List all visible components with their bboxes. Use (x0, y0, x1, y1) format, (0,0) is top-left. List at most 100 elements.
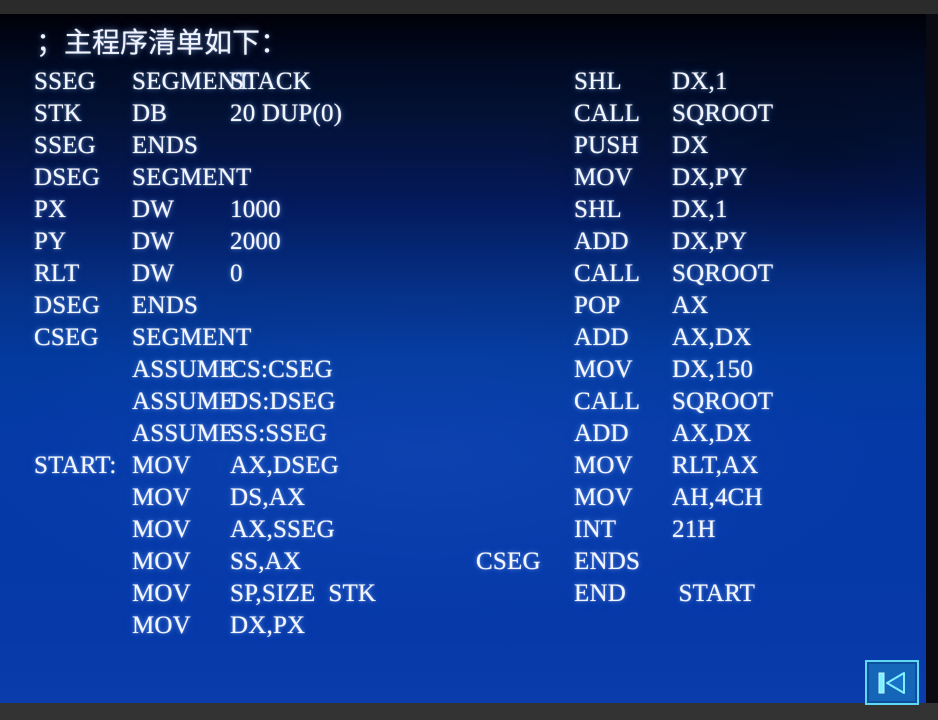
code-left-mnemonic: SEGMENT (132, 164, 252, 191)
code-right-mnemonic: ENDS (574, 548, 641, 575)
code-right-line: CSEG ENDS (476, 546, 773, 578)
code-right-operand: DX,PY (672, 228, 748, 255)
code-left-operand: AX,SSEG (230, 516, 335, 543)
code-left-mnemonic: MOV (132, 516, 191, 543)
code-left-operand: DS,AX (230, 484, 306, 511)
letterbox-bar-top (0, 0, 938, 14)
code-left-operand: 0 (230, 260, 243, 287)
code-right-mnemonic: CALL (574, 388, 641, 415)
code-left-line: PX DW 1000 (34, 194, 376, 226)
code-left-operand: SS:SSEG (230, 420, 328, 447)
code-left-operand: AX,DSEG (230, 452, 340, 479)
code-left-label: CSEG (34, 324, 99, 351)
code-right-operand: 21H (672, 516, 716, 543)
code-listing-right-column: SHL DX,1 CALL SQROOT PUSH DX MOV DX,PY SHL DX,1 AD… (476, 66, 773, 610)
code-left-label: STK (34, 100, 82, 127)
code-right-mnemonic: CALL (574, 260, 641, 287)
code-right-mnemonic: ADD (574, 228, 629, 255)
code-right-operand: DX,150 (672, 356, 754, 383)
code-right-line: ADD AX,DX (476, 418, 773, 450)
code-right-mnemonic: MOV (574, 356, 633, 383)
code-right-mnemonic: SHL (574, 68, 622, 95)
code-right-mnemonic: PUSH (574, 132, 639, 159)
code-right-operand: DX,1 (672, 68, 728, 95)
code-right-mnemonic: SHL (574, 196, 622, 223)
code-right-line: CALL SQROOT (476, 98, 773, 130)
code-right-operand: DX,PY (672, 164, 748, 191)
code-left-label: DSEG (34, 292, 101, 319)
code-right-line: ADD AX,DX (476, 322, 773, 354)
code-right-mnemonic: ADD (574, 420, 629, 447)
code-left-mnemonic: SEGMENT (132, 324, 252, 351)
code-left-mnemonic: SEGMENT (132, 68, 252, 95)
code-right-operand: AX,DX (672, 420, 752, 447)
code-left-operand: STACK (230, 68, 311, 95)
code-left-operand: DX,PX (230, 612, 306, 639)
code-left-operand: SS,AX (230, 548, 302, 575)
code-left-label: DSEG (34, 164, 101, 191)
code-right-operand: SQROOT (672, 388, 774, 415)
code-right-line: SHL DX,1 (476, 194, 773, 226)
slide-comment-title: ；主程序清单如下： (36, 28, 289, 59)
code-left-line: SSEG SEGMENTSTACK (34, 66, 376, 98)
code-right-operand: SQROOT (672, 100, 774, 127)
code-left-mnemonic: ASSUME (132, 420, 235, 447)
code-left-label: RLT (34, 260, 80, 287)
code-left-line: MOV SP,SIZE STK (34, 578, 376, 610)
code-left-line: RLT DW 0 (34, 258, 376, 290)
code-right-operand: RLT,AX (672, 452, 759, 479)
code-left-line: DSEG ENDS (34, 290, 376, 322)
code-right-line: CALL SQROOT (476, 258, 773, 290)
code-left-mnemonic: MOV (132, 484, 191, 511)
code-right-mnemonic: MOV (574, 484, 633, 511)
code-right-label: CSEG (476, 548, 541, 575)
code-right-mnemonic: POP (574, 292, 621, 319)
code-left-mnemonic: ASSUME (132, 388, 235, 415)
code-left-line: MOV SS,AX (34, 546, 376, 578)
code-left-line: SSEG ENDS (34, 130, 376, 162)
code-left-line: ASSUMESS:SSEG (34, 418, 376, 450)
code-right-line: MOV AH,4CH (476, 482, 773, 514)
code-left-mnemonic: DW (132, 228, 175, 255)
code-right-line: MOV DX,PY (476, 162, 773, 194)
code-right-operand: SQROOT (672, 260, 774, 287)
code-left-label: START: (34, 452, 117, 479)
code-right-line: INT 21H (476, 514, 773, 546)
code-left-line: MOV DX,PX (34, 610, 376, 642)
previous-slide-button[interactable] (865, 660, 919, 705)
code-right-mnemonic: CALL (574, 100, 641, 127)
code-right-mnemonic: MOV (574, 452, 633, 479)
code-left-mnemonic: MOV (132, 612, 191, 639)
code-left-operand: 20 DUP(0) (230, 100, 343, 127)
code-right-mnemonic: ADD (574, 324, 629, 351)
code-left-line: PY DW 2000 (34, 226, 376, 258)
code-right-line: SHL DX,1 (476, 66, 773, 98)
code-left-line: STK DB 20 DUP(0) (34, 98, 376, 130)
code-right-line: CALL SQROOT (476, 386, 773, 418)
code-left-operand: CS:CSEG (230, 356, 333, 383)
skip-to-start-icon (877, 671, 907, 695)
code-left-operand: SP,SIZE STK (230, 580, 377, 607)
code-listing-left-column: SSEG SEGMENTSTACK STK DB 20 DUP(0) SSEG ENDS DS… (34, 66, 376, 642)
code-left-mnemonic: MOV (132, 548, 191, 575)
code-left-operand: DS:DSEG (230, 388, 336, 415)
letterbox-bar-bottom (0, 703, 938, 720)
code-left-mnemonic: DW (132, 196, 175, 223)
code-right-operand: START (672, 580, 756, 607)
code-right-operand: DX (672, 132, 709, 159)
code-left-label: SSEG (34, 68, 96, 95)
code-left-line: DSEG SEGMENT (34, 162, 376, 194)
code-left-line: MOV DS,AX (34, 482, 376, 514)
code-left-line: START: MOV AX,DSEG (34, 450, 376, 482)
code-left-label: PY (34, 228, 67, 255)
code-left-operand: 1000 (230, 196, 281, 223)
code-left-mnemonic: MOV (132, 580, 191, 607)
code-right-operand: AH,4CH (672, 484, 763, 511)
code-left-mnemonic: DW (132, 260, 175, 287)
code-right-mnemonic: MOV (574, 164, 633, 191)
code-right-mnemonic: END (574, 580, 626, 607)
code-right-operand: AX (672, 292, 709, 319)
code-left-line: ASSUMECS:CSEG (34, 354, 376, 386)
code-left-mnemonic: ENDS (132, 132, 199, 159)
code-right-mnemonic: INT (574, 516, 617, 543)
